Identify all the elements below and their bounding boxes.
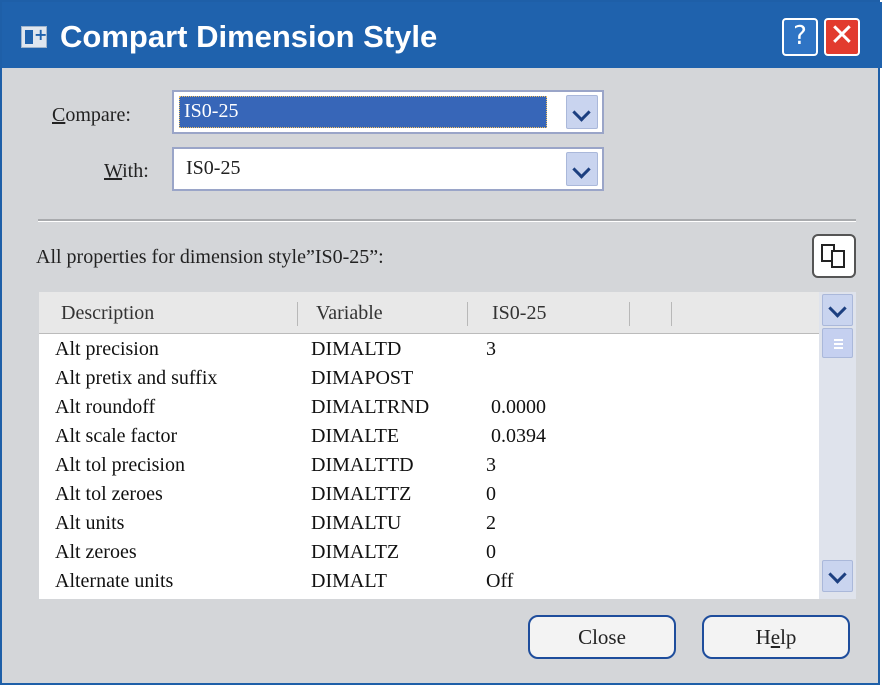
table-header: Description Variable IS0-25 [39, 292, 819, 334]
cell-variable: DIMALTTD [311, 454, 414, 476]
cell-description: Alt scale factor [55, 425, 178, 447]
column-header-description[interactable]: Description [61, 302, 154, 325]
cell-variable: DIMALTE [311, 425, 400, 447]
vertical-scrollbar[interactable] [819, 292, 856, 599]
compare-label: Compare: [52, 104, 131, 126]
table-row[interactable]: Alt units DIMALTU 2 [39, 512, 819, 541]
cell-description: Alt tol zeroes [55, 483, 163, 505]
column-divider[interactable] [671, 302, 672, 326]
close-button[interactable]: Close [528, 615, 676, 659]
column-header-iso[interactable]: IS0-25 [492, 302, 546, 325]
cell-value: 0 [486, 541, 496, 563]
table-row[interactable]: Alt tol zeroes DIMALTTZ 0 [39, 483, 819, 512]
table-row[interactable]: Alt precision DIMALTD 3 [39, 338, 819, 367]
cell-variable: DIMALTZ [311, 541, 400, 563]
chevron-down-icon[interactable] [566, 152, 598, 186]
cell-description: Alt tol precision [55, 454, 185, 476]
cell-description: Alt units [55, 512, 125, 534]
cell-variable: DIMALTD [311, 338, 402, 360]
cell-description: Alt roundoff [55, 396, 156, 418]
column-divider[interactable] [629, 302, 630, 326]
separator [38, 219, 856, 222]
copy-icon [831, 250, 845, 268]
with-dropdown[interactable]: IS0-25 [172, 147, 604, 191]
cell-value: 0.0000 [491, 396, 546, 418]
cell-value: 0.0394 [491, 425, 546, 447]
table-row[interactable]: Alternate units DIMALT Off [39, 570, 819, 599]
table-row[interactable]: Alt scale factor DIMALTE 0.0394 [39, 425, 819, 454]
cell-variable: DIMALT [311, 570, 387, 592]
copy-to-clipboard-button[interactable] [812, 234, 856, 278]
window-title: Compart Dimension Style [60, 19, 438, 54]
properties-label: All properties for dimension style”IS0-2… [36, 246, 384, 268]
compare-value: IS0-25 [184, 100, 239, 122]
column-header-variable[interactable]: Variable [316, 302, 383, 325]
cell-variable: DIMAPOST [311, 367, 414, 389]
scrollbar-thumb[interactable] [822, 328, 853, 358]
dialog-window: Compart Dimension Style ? ✕ Compare: IS0… [0, 0, 882, 685]
table-row[interactable]: Alt tol precision DIMALTTD 3 [39, 454, 819, 483]
cell-description: Alt pretix and suffix [55, 367, 218, 389]
cell-value: 0 [486, 483, 496, 505]
column-divider[interactable] [297, 302, 298, 326]
cell-variable: DIMALTTZ [311, 483, 412, 505]
with-value: IS0-25 [186, 157, 241, 179]
cell-value: Off [486, 570, 514, 592]
cell-value: 3 [486, 338, 496, 360]
cell-description: Alternate units [55, 570, 174, 592]
cell-variable: DIMALTRND [311, 396, 430, 418]
table-row[interactable]: Alt roundoff DIMALTRND 0.0000 [39, 396, 819, 425]
cell-value: 3 [486, 454, 496, 476]
scroll-down-button[interactable] [822, 560, 853, 592]
properties-table[interactable]: Description Variable IS0-25 Alt precisio… [39, 292, 856, 599]
close-icon[interactable]: ✕ [824, 18, 860, 56]
title-bar[interactable]: Compart Dimension Style ? ✕ [2, 2, 882, 68]
table-row[interactable]: Alt zeroes DIMALTZ 0 [39, 541, 819, 570]
cell-variable: DIMALTU [311, 512, 402, 534]
with-label: With: [104, 160, 149, 182]
table-row[interactable]: Alt pretix and suffix DIMAPOST [39, 367, 819, 396]
cell-description: Alt precision [55, 338, 159, 360]
scroll-up-button[interactable] [822, 294, 853, 326]
help-icon[interactable]: ? [782, 18, 818, 56]
column-divider[interactable] [467, 302, 468, 326]
cell-description: Alt zeroes [55, 541, 137, 563]
cell-value: 2 [486, 512, 496, 534]
chevron-down-icon[interactable] [566, 95, 598, 129]
dialog-icon [21, 25, 47, 48]
compare-dropdown[interactable]: IS0-25 [172, 90, 604, 134]
help-button[interactable]: Help [702, 615, 850, 659]
